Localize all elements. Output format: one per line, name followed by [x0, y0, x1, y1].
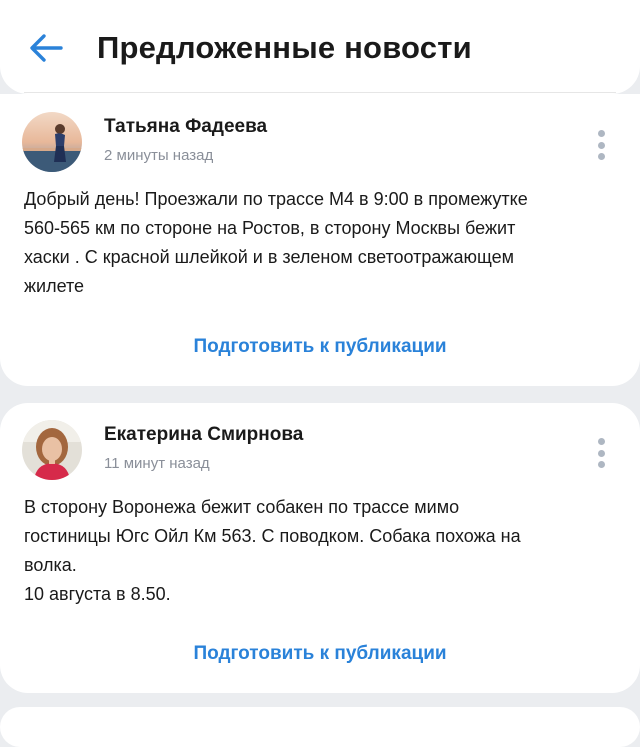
post-text: Добрый день! Проезжали по трассе М4 в 9:… — [24, 185, 614, 301]
post-text: В сторону Воронежа бежит собакен по трас… — [24, 493, 614, 609]
avatar[interactable] — [22, 112, 82, 172]
post-text-line: 10 августа в 8.50. — [24, 584, 171, 604]
more-options-button[interactable] — [596, 130, 606, 160]
post-card: Екатерина Смирнова 11 минут назад В стор… — [0, 403, 640, 693]
post-text-line: гостиницы Югс Ойл Км 563. С поводком. Со… — [24, 526, 521, 546]
arrow-left-icon — [30, 34, 63, 62]
dot — [597, 130, 605, 137]
post-text-line: В сторону Воронежа бежит собакен по трас… — [24, 497, 460, 517]
post-text-line: хаски . С красной шлейкой и в зеленом св… — [24, 247, 514, 267]
page-title: Предложенные новости — [97, 30, 472, 65]
post-card — [0, 707, 640, 747]
avatar[interactable] — [22, 420, 82, 480]
back-button[interactable] — [24, 28, 68, 68]
dot — [597, 461, 605, 468]
dot — [597, 449, 605, 457]
more-options-button[interactable] — [596, 438, 606, 468]
dot — [597, 141, 605, 149]
post-text-line: 560-565 км по стороне на Ростов, в сторо… — [24, 218, 516, 238]
post-time: 11 минут назад — [104, 455, 210, 472]
post-text-line: жилете — [24, 276, 85, 296]
prepare-publication-button[interactable]: Подготовить к публикации — [0, 336, 640, 358]
post-card: Татьяна Фадеева 2 минуты назад Добрый де… — [0, 94, 640, 386]
dot — [597, 438, 605, 445]
author-name[interactable]: Екатерина Смирнова — [104, 424, 303, 446]
post-text-line: волка. — [24, 555, 77, 575]
post-text-line: Добрый день! Проезжали по трассе М4 в 9:… — [24, 189, 528, 209]
post-time: 2 минуты назад — [104, 147, 214, 164]
dot — [597, 153, 605, 160]
app-header: Предложенные новости — [0, 0, 640, 94]
header-divider — [24, 92, 616, 93]
author-name[interactable]: Татьяна Фадеева — [104, 116, 267, 138]
prepare-publication-button[interactable]: Подготовить к публикации — [0, 643, 640, 665]
